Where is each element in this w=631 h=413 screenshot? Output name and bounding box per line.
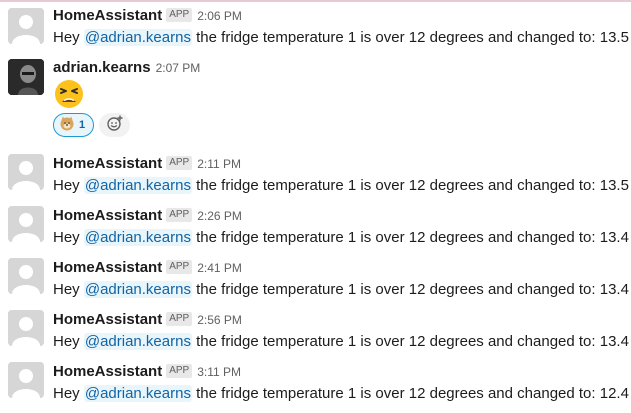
message-header: HomeAssistant APP 2:41 PM [53, 258, 242, 278]
sender-name[interactable]: adrian.kearns [53, 59, 151, 76]
bot-avatar[interactable] [8, 310, 44, 346]
sender-name[interactable]: HomeAssistant [53, 7, 162, 24]
doge-emoji-icon [59, 115, 75, 136]
add-reaction-icon [106, 114, 124, 137]
message-item: HomeAssistant APP 3:11 PM Hey @adrian.kear… [0, 362, 631, 408]
message-header: HomeAssistant APP 2:11 PM [53, 154, 241, 174]
user-mention[interactable]: @adrian.kearns [83, 281, 192, 298]
message-header: HomeAssistant APP 2:56 PM [53, 310, 242, 330]
tired-face-emoji [53, 78, 85, 110]
message-item: adrian.kearns 2:07 PM 1 [0, 58, 631, 142]
message-feed: HomeAssistant APP 2:06 PM Hey @adrian.kear… [0, 0, 631, 413]
message-header: HomeAssistant APP 2:26 PM [53, 206, 242, 226]
timestamp[interactable]: 2:11 PM [197, 157, 241, 171]
message-text: Hey @adrian.kearns the fridge temperatur… [53, 279, 629, 301]
text-prefix: Hey [53, 29, 84, 46]
text-prefix: Hey [53, 229, 84, 246]
timestamp[interactable]: 2:06 PM [197, 9, 242, 23]
text-prefix: Hey [53, 281, 84, 298]
bot-avatar[interactable] [8, 258, 44, 294]
text-suffix: the fridge temperature 1 is over 12 degr… [191, 229, 629, 246]
sender-name[interactable]: HomeAssistant [53, 311, 162, 328]
user-mention[interactable]: @adrian.kearns [83, 385, 192, 402]
app-badge: APP [166, 208, 193, 222]
bot-avatar[interactable] [8, 154, 44, 190]
message-item: HomeAssistant APP 2:56 PM Hey @adrian.kear… [0, 310, 631, 356]
sender-name[interactable]: HomeAssistant [53, 363, 162, 380]
app-badge: APP [166, 8, 193, 22]
add-reaction-button[interactable] [99, 113, 130, 137]
bot-avatar[interactable] [8, 206, 44, 242]
text-prefix: Hey [53, 385, 84, 402]
app-badge: APP [166, 364, 193, 378]
message-text: Hey @adrian.kearns the fridge temperatur… [53, 27, 629, 49]
message-item: HomeAssistant APP 2:06 PM Hey @adrian.kear… [0, 6, 631, 52]
message-header: HomeAssistant APP 2:06 PM [53, 6, 242, 26]
text-suffix: the fridge temperature 1 is over 12 degr… [191, 29, 629, 46]
message-text: Hey @adrian.kearns the fridge temperatur… [53, 383, 629, 405]
timestamp[interactable]: 3:11 PM [197, 365, 241, 379]
text-suffix: the fridge temperature 1 is over 12 degr… [191, 281, 629, 298]
timestamp[interactable]: 2:26 PM [197, 209, 242, 223]
bot-avatar[interactable] [8, 8, 44, 44]
timestamp[interactable]: 2:41 PM [197, 261, 242, 275]
sender-name[interactable]: HomeAssistant [53, 259, 162, 276]
user-mention[interactable]: @adrian.kearns [83, 177, 192, 194]
user-mention[interactable]: @adrian.kearns [83, 29, 192, 46]
reaction-count: 1 [79, 119, 86, 131]
text-suffix: the fridge temperature 1 is over 12 degr… [191, 385, 629, 402]
message-header: adrian.kearns 2:07 PM [53, 58, 200, 78]
message-item: HomeAssistant APP 2:26 PM Hey @adrian.kear… [0, 206, 631, 252]
app-badge: APP [166, 312, 193, 326]
message-text: Hey @adrian.kearns the fridge temperatur… [53, 175, 629, 197]
text-suffix: the fridge temperature 1 is over 12 degr… [191, 333, 629, 350]
app-badge: APP [166, 156, 193, 170]
bot-avatar[interactable] [8, 362, 44, 398]
message-item: HomeAssistant APP 2:41 PM Hey @adrian.kear… [0, 258, 631, 304]
timestamp[interactable]: 2:07 PM [156, 61, 201, 75]
text-prefix: Hey [53, 333, 84, 350]
message-header: HomeAssistant APP 3:11 PM [53, 362, 241, 382]
user-mention[interactable]: @adrian.kearns [83, 229, 192, 246]
user-avatar[interactable] [8, 59, 44, 95]
sender-name[interactable]: HomeAssistant [53, 207, 162, 224]
message-item: HomeAssistant APP 2:11 PM Hey @adrian.kear… [0, 154, 631, 200]
timestamp[interactable]: 2:56 PM [197, 313, 242, 327]
text-suffix: the fridge temperature 1 is over 12 degr… [191, 177, 629, 194]
message-text: Hey @adrian.kearns the fridge temperatur… [53, 331, 629, 353]
user-mention[interactable]: @adrian.kearns [83, 333, 192, 350]
reaction-pill[interactable]: 1 [53, 113, 94, 137]
text-prefix: Hey [53, 177, 84, 194]
sender-name[interactable]: HomeAssistant [53, 155, 162, 172]
app-badge: APP [166, 260, 193, 274]
message-text: Hey @adrian.kearns the fridge temperatur… [53, 227, 629, 249]
